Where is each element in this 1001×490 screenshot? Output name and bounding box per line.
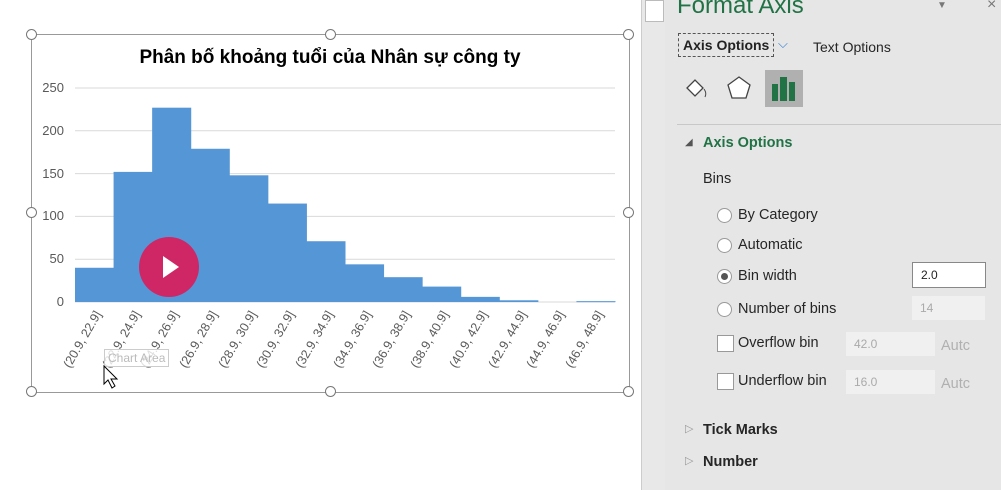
play-button[interactable] — [139, 237, 199, 297]
histogram-bar[interactable] — [229, 175, 269, 302]
bin-width-radio[interactable] — [717, 269, 732, 284]
pane-title: Format Axis — [677, 0, 804, 19]
histogram-bar[interactable] — [267, 203, 307, 302]
divider — [677, 124, 1001, 125]
by-category-label[interactable]: By Category — [738, 207, 818, 223]
effects-icon[interactable] — [725, 74, 753, 102]
by-category-radio[interactable] — [717, 208, 732, 223]
tab-axis-options[interactable]: Axis Options — [678, 33, 775, 57]
underflow-bin-input[interactable]: 16.0 — [846, 370, 935, 394]
underflow-auto-button[interactable]: Autc — [941, 376, 970, 392]
histogram-bar[interactable] — [75, 267, 115, 302]
collapse-triangle-icon[interactable]: ◢ — [685, 137, 693, 148]
chevron-down-icon[interactable]: ⌵ — [778, 36, 788, 52]
histogram-bar[interactable] — [499, 300, 539, 302]
fill-line-icon[interactable] — [683, 76, 711, 102]
underflow-bin-checkbox[interactable] — [717, 373, 734, 390]
y-tick-label: 0 — [56, 294, 64, 309]
bin-width-label[interactable]: Bin width — [738, 268, 797, 284]
automatic-label[interactable]: Automatic — [738, 237, 802, 253]
overflow-bin-checkbox[interactable] — [717, 335, 734, 352]
section-tick-marks[interactable]: Tick Marks — [703, 422, 778, 438]
underflow-bin-label[interactable]: Underflow bin — [738, 373, 827, 389]
y-tick-label: 250 — [42, 80, 64, 95]
section-number[interactable]: Number — [703, 454, 758, 470]
number-of-bins-input[interactable]: 14 — [912, 296, 985, 320]
section-axis-options[interactable]: Axis Options — [703, 135, 792, 151]
number-of-bins-radio[interactable] — [717, 302, 732, 317]
pane-options-icon[interactable]: ▼ — [937, 0, 947, 11]
expand-triangle-icon[interactable]: ▷ — [685, 422, 693, 435]
number-of-bins-label[interactable]: Number of bins — [738, 301, 836, 317]
tab-text-options[interactable]: Text Options — [813, 39, 891, 55]
histogram-bar[interactable] — [576, 301, 616, 303]
expand-triangle-icon[interactable]: ▷ — [685, 454, 693, 467]
cell — [645, 0, 664, 22]
y-tick-label: 200 — [42, 122, 64, 138]
y-tick-label: 150 — [42, 165, 64, 181]
histogram-bar[interactable] — [345, 264, 385, 302]
y-tick-label: 50 — [49, 251, 64, 267]
mouse-cursor-icon — [103, 364, 119, 389]
axis-options-icon-button[interactable] — [765, 70, 803, 107]
overflow-bin-label[interactable]: Overflow bin — [738, 335, 819, 351]
histogram-bar[interactable] — [306, 241, 346, 302]
bins-label: Bins — [703, 171, 732, 187]
bin-width-input[interactable]: 2.0 — [912, 262, 986, 288]
close-icon[interactable]: × — [987, 0, 996, 14]
overflow-bin-input[interactable]: 42.0 — [846, 332, 935, 356]
histogram-bar[interactable] — [422, 286, 462, 302]
automatic-radio[interactable] — [717, 238, 732, 253]
overflow-auto-button[interactable]: Autc — [941, 338, 970, 354]
format-axis-pane: Format Axis ▼ × Axis Options ⌵ Text Opti… — [665, 0, 1001, 490]
histogram-bar[interactable] — [460, 296, 500, 302]
pane-splitter[interactable] — [641, 0, 666, 490]
play-icon — [163, 256, 179, 278]
y-tick-label: 100 — [42, 208, 64, 224]
bar-chart-icon — [772, 77, 795, 101]
histogram-bar[interactable] — [383, 277, 423, 302]
